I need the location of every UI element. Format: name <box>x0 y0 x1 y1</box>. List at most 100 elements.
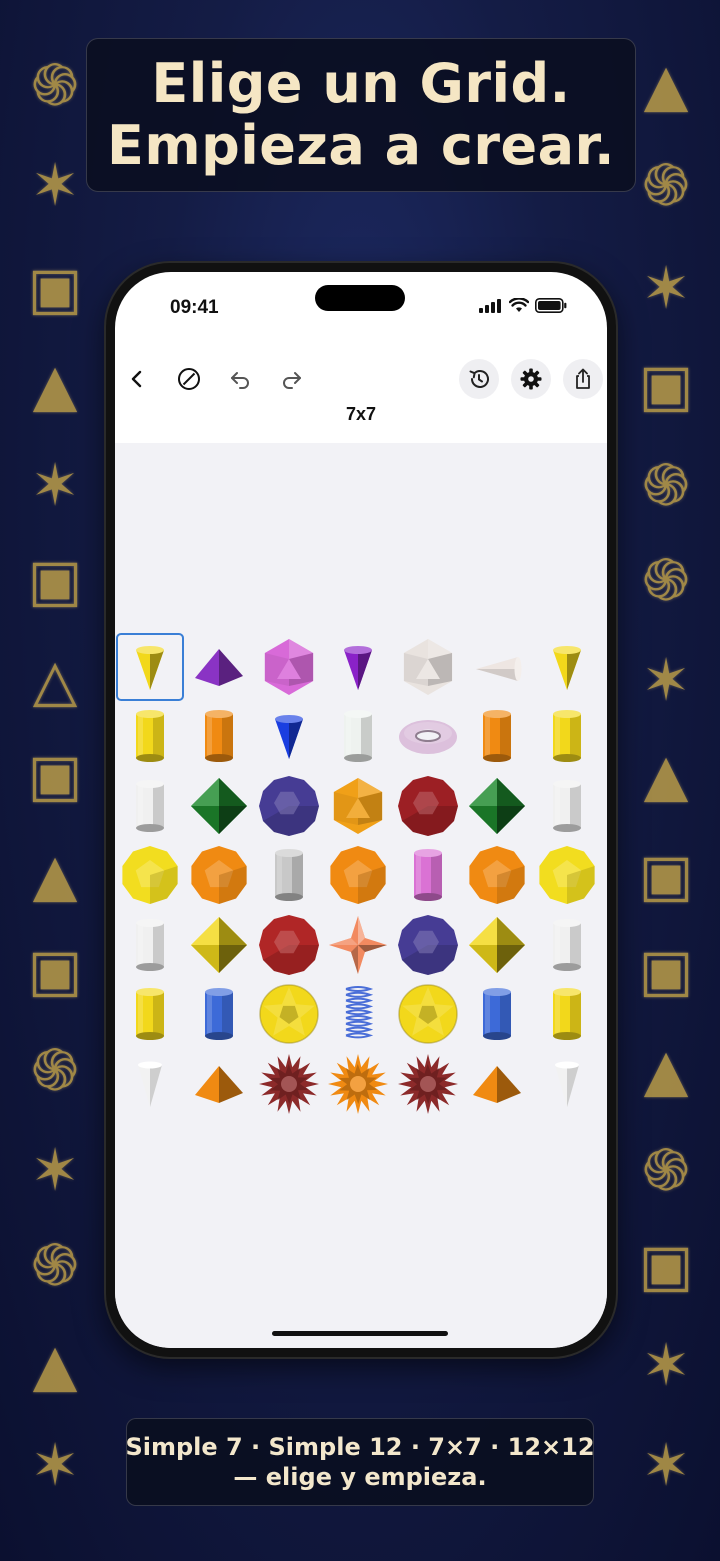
signal-icon <box>479 298 503 317</box>
grid-canvas[interactable] <box>115 443 607 1348</box>
settings-button[interactable] <box>511 359 551 399</box>
bg-star-right-icon: ✶ <box>641 1331 691 1399</box>
octahedron-icon <box>469 778 525 834</box>
bg-cube-right-icon: ▣ <box>638 936 694 1004</box>
sphere-poly-icon <box>259 776 319 836</box>
octahedron-icon <box>191 778 247 834</box>
grid-cell-octahedron[interactable] <box>186 912 252 978</box>
grid-cell-cylinder[interactable] <box>534 773 600 839</box>
cylinder-icon <box>414 849 442 901</box>
cone-icon <box>275 715 303 759</box>
grid-cell-pyramid[interactable] <box>186 1051 252 1117</box>
undo-button[interactable] <box>220 359 260 399</box>
grid-cell-pyramid[interactable] <box>464 1051 530 1117</box>
grid-cell-spring[interactable] <box>325 981 391 1047</box>
bg-star-right-icon: ✶ <box>641 1431 691 1499</box>
back-button[interactable] <box>117 359 157 399</box>
grid-cell-cylinder[interactable] <box>117 912 183 978</box>
wifi-icon <box>508 297 530 317</box>
grid-cell-star-dodeca[interactable] <box>256 981 322 1047</box>
editor-toolbar <box>115 352 607 412</box>
status-time: 09:41 <box>170 297 219 318</box>
clear-icon <box>178 368 200 390</box>
grid-cell-dodecahedron[interactable] <box>464 842 530 908</box>
grid-cell-cone[interactable] <box>325 634 391 700</box>
bg-pyramid-left-icon: ▲ <box>32 1331 78 1399</box>
grid-cell-spiky[interactable] <box>325 1051 391 1117</box>
grid-cell-cylinder[interactable] <box>117 773 183 839</box>
cone-down-icon <box>138 1061 162 1107</box>
grid-cell-dodecahedron[interactable] <box>117 842 183 908</box>
bg-spiral-right-icon: ֍ <box>642 451 690 519</box>
grid-cell-dodecahedron[interactable] <box>325 842 391 908</box>
icosahedron-icon <box>333 778 383 834</box>
status-icons <box>479 297 567 317</box>
grid-cell-cylinder[interactable] <box>534 703 600 769</box>
grid-cell-cone[interactable] <box>534 634 600 700</box>
caption-line-1: Simple 7 · Simple 12 · 7×7 · 12×12 <box>125 1433 595 1461</box>
grid-cell-cylinder[interactable] <box>534 912 600 978</box>
grid-cell-cone-side[interactable] <box>464 634 530 700</box>
grid-cell-cylinder[interactable] <box>464 703 530 769</box>
caption-line-2: — elige y empieza. <box>233 1463 487 1491</box>
grid-cell-cylinder[interactable] <box>395 842 461 908</box>
bg-spiral-right-icon: ֍ <box>642 1136 690 1204</box>
bg-pyramid-left-icon: ▲ <box>32 841 78 909</box>
bg-star-right-icon: ✶ <box>641 254 691 322</box>
grid-cell-cone-down[interactable] <box>534 1051 600 1117</box>
grid-cell-octahedron[interactable] <box>464 773 530 839</box>
icosahedron-icon <box>264 639 314 695</box>
clear-button[interactable] <box>169 359 209 399</box>
spring-icon <box>345 986 374 1039</box>
grid-cell-cone[interactable] <box>256 703 322 769</box>
grid-cell-cylinder[interactable] <box>117 703 183 769</box>
grid-cell-icosahedron[interactable] <box>325 773 391 839</box>
bg-cube-right-icon: ▣ <box>638 841 694 909</box>
bg-cube-right-icon: ▣ <box>638 351 694 419</box>
cylinder-icon <box>553 780 581 832</box>
bg-pyramid-left-icon: ▲ <box>32 351 78 419</box>
bg-pyramid-right-icon: ▲ <box>643 1036 689 1104</box>
cylinder-icon <box>136 919 164 971</box>
grid-cell-spiky[interactable] <box>395 1051 461 1117</box>
spiky-icon <box>398 1054 458 1114</box>
grid-cell-octahedron[interactable] <box>186 773 252 839</box>
grid-cell-star-octa[interactable] <box>325 912 391 978</box>
redo-button[interactable] <box>272 359 312 399</box>
home-indicator[interactable] <box>272 1331 448 1336</box>
spiky-icon <box>328 1054 388 1114</box>
dodecahedron-icon <box>122 846 178 904</box>
grid-cell-cone-down[interactable] <box>117 1051 183 1117</box>
grid-cell-dodecahedron[interactable] <box>534 842 600 908</box>
grid-cell-sphere-poly[interactable] <box>395 773 461 839</box>
bg-star-left-icon: ✶ <box>30 1136 80 1204</box>
bg-spiral-left-icon: ֍ <box>31 1231 79 1299</box>
grid-cell-cylinder[interactable] <box>464 981 530 1047</box>
grid-cell-dodecahedron[interactable] <box>186 842 252 908</box>
grid-cell-cylinder[interactable] <box>117 981 183 1047</box>
history-button[interactable] <box>459 359 499 399</box>
bg-triangle-left-icon: △ <box>32 646 78 714</box>
grid-cell-torus[interactable] <box>395 703 461 769</box>
bg-cube-right-icon: ▣ <box>638 1231 694 1299</box>
grid-cell-cylinder[interactable] <box>186 981 252 1047</box>
grid-cell-cylinder[interactable] <box>534 981 600 1047</box>
cylinder-icon <box>553 919 581 971</box>
grid-cell-pyramid[interactable] <box>186 634 252 700</box>
dodecahedron-icon <box>330 846 386 904</box>
grid-cell-cone[interactable] <box>116 633 184 701</box>
grid-cell-spiky[interactable] <box>256 1051 322 1117</box>
grid-cell-cylinder[interactable] <box>325 703 391 769</box>
grid-cell-sphere-poly[interactable] <box>256 773 322 839</box>
grid-cell-icosahedron[interactable] <box>256 634 322 700</box>
grid-cell-icosahedron[interactable] <box>395 634 461 700</box>
cone-icon <box>136 646 164 690</box>
grid-cell-cylinder[interactable] <box>186 703 252 769</box>
share-button[interactable] <box>563 359 603 399</box>
grid-cell-cylinder[interactable] <box>256 842 322 908</box>
grid-cell-sphere-poly[interactable] <box>395 912 461 978</box>
star-dodeca-icon <box>259 984 319 1044</box>
grid-cell-star-dodeca[interactable] <box>395 981 461 1047</box>
grid-cell-octahedron[interactable] <box>464 912 530 978</box>
grid-cell-sphere-poly[interactable] <box>256 912 322 978</box>
